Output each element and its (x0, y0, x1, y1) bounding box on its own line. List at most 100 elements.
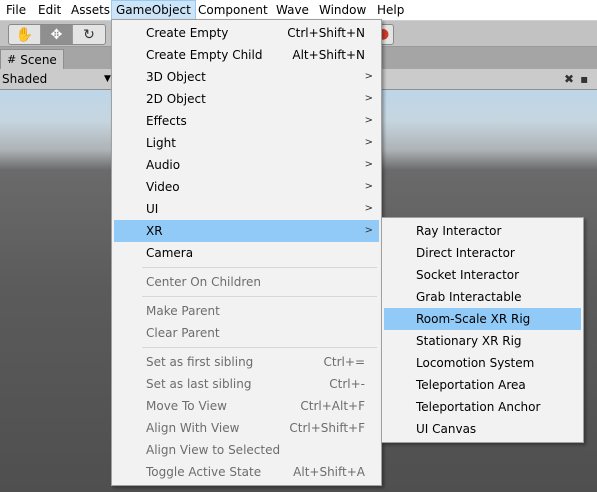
xr-item-ui-canvas[interactable]: UI Canvas (384, 418, 581, 440)
menu-gameobject[interactable]: GameObject (111, 0, 196, 20)
menu-file[interactable]: File (2, 0, 30, 20)
submenu-item-label: UI Canvas (416, 422, 477, 436)
submenu-item-label: Teleportation Area (416, 378, 526, 392)
submenu-item-label: Teleportation Anchor (416, 400, 541, 414)
menu-item-camera[interactable]: Camera (114, 242, 379, 264)
menu-item-label: Toggle Active State (146, 465, 262, 479)
menu-item-label: Audio (146, 158, 181, 172)
xr-item-room-scale-xr-rig[interactable]: Room-Scale XR Rig (384, 308, 581, 330)
menu-item-align-with-view[interactable]: Align With View Ctrl+Shift+F (114, 417, 379, 439)
xr-submenu: Ray Interactor Direct Interactor Socket … (381, 217, 584, 443)
tab-scene[interactable]: # Scene (0, 49, 64, 69)
submenu-item-label: Ray Interactor (416, 224, 502, 238)
menu-component[interactable]: Component (194, 0, 272, 20)
menu-item-toggle-active-state[interactable]: Toggle Active State Alt+Shift+A (114, 461, 379, 483)
menu-item-align-view-to-selected[interactable]: Align View to Selected (114, 439, 379, 461)
xr-item-ray-interactor[interactable]: Ray Interactor (384, 220, 581, 242)
menu-item-label: Make Parent (146, 304, 220, 318)
menu-item-shortcut: Ctrl+- (329, 377, 365, 391)
menu-item-2d-object[interactable]: 2D Object > (114, 88, 379, 110)
menu-item-label: Align With View (146, 421, 240, 435)
menu-item-shortcut: Alt+Shift+A (293, 465, 365, 479)
scene-grid-icon: # (7, 53, 17, 66)
menu-item-label: Center On Children (146, 275, 261, 289)
xr-item-stationary-xr-rig[interactable]: Stationary XR Rig (384, 330, 581, 352)
menu-separator (142, 347, 377, 348)
menu-item-label: Set as first sibling (146, 355, 254, 369)
crossed-tools-icon[interactable]: ✖ (564, 72, 574, 86)
menu-item-label: Create Empty Child (146, 48, 263, 62)
menu-item-video[interactable]: Video > (114, 176, 379, 198)
menu-item-effects[interactable]: Effects > (114, 110, 379, 132)
submenu-item-label: Stationary XR Rig (416, 334, 522, 348)
xr-item-locomotion-system[interactable]: Locomotion System (384, 352, 581, 374)
chevron-right-icon: > (364, 203, 373, 214)
xr-item-teleportation-area[interactable]: Teleportation Area (384, 374, 581, 396)
menu-item-label: UI (146, 202, 159, 216)
xr-item-direct-interactor[interactable]: Direct Interactor (384, 242, 581, 264)
menu-separator (142, 267, 377, 268)
menu-item-move-to-view[interactable]: Move To View Ctrl+Alt+F (114, 395, 379, 417)
menu-separator (142, 296, 377, 297)
menu-item-create-empty-child[interactable]: Create Empty Child Alt+Shift+N (114, 44, 379, 66)
menu-item-label: Video (146, 180, 180, 194)
xr-item-teleportation-anchor[interactable]: Teleportation Anchor (384, 396, 581, 418)
menu-item-label: Light (146, 136, 176, 150)
menu-item-light[interactable]: Light > (114, 132, 379, 154)
menu-item-label: Effects (146, 114, 187, 128)
submenu-item-label: Grab Interactable (416, 290, 522, 304)
chevron-right-icon: > (364, 159, 373, 170)
menu-item-audio[interactable]: Audio > (114, 154, 379, 176)
menu-item-shortcut: Ctrl+= (323, 355, 365, 369)
menu-item-shortcut: Ctrl+Shift+N (287, 26, 365, 40)
chevron-right-icon: > (364, 71, 373, 82)
scene-tool-icons: ✖ ▪ (560, 69, 597, 89)
menu-item-label: 3D Object (146, 70, 206, 84)
menu-item-label: Clear Parent (146, 326, 220, 340)
xr-item-socket-interactor[interactable]: Socket Interactor (384, 264, 581, 286)
menu-item-label: 2D Object (146, 92, 206, 106)
menu-help[interactable]: Help (373, 0, 408, 20)
menu-item-make-parent[interactable]: Make Parent (114, 300, 379, 322)
submenu-item-label: Socket Interactor (416, 268, 520, 282)
submenu-item-label: Direct Interactor (416, 246, 515, 260)
menu-item-create-empty[interactable]: Create Empty Ctrl+Shift+N (114, 22, 379, 44)
move-icon[interactable]: ✥ (41, 25, 73, 44)
shading-mode-dropdown[interactable]: Shaded (2, 69, 47, 89)
chevron-right-icon: > (364, 137, 373, 148)
menu-edit[interactable]: Edit (34, 0, 65, 20)
gameobject-menu: Create Empty Ctrl+Shift+N Create Empty C… (111, 19, 382, 486)
menu-item-label: Set as last sibling (146, 377, 252, 391)
submenu-item-label: Room-Scale XR Rig (416, 312, 531, 326)
menu-item-ui[interactable]: UI > (114, 198, 379, 220)
rotate-icon[interactable]: ↻ (73, 25, 105, 44)
menu-item-shortcut: Ctrl+Shift+F (289, 421, 365, 435)
menu-item-set-first-sibling[interactable]: Set as first sibling Ctrl+= (114, 351, 379, 373)
chevron-right-icon: > (364, 93, 373, 104)
menu-item-shortcut: Alt+Shift+N (292, 48, 365, 62)
menu-item-set-last-sibling[interactable]: Set as last sibling Ctrl+- (114, 373, 379, 395)
menu-assets[interactable]: Assets (67, 0, 114, 20)
chevron-right-icon: > (364, 181, 373, 192)
menu-wave[interactable]: Wave (272, 0, 313, 20)
scene-menu-icon[interactable]: ▪ (580, 72, 588, 86)
menu-window[interactable]: Window (315, 0, 370, 20)
chevron-right-icon: > (364, 115, 373, 126)
menu-item-label: Camera (146, 246, 194, 260)
transform-tools: ✋ ✥ ↻ (8, 24, 106, 45)
menu-item-label: XR (146, 224, 163, 238)
menubar: File Edit Assets GameObject Component Wa… (0, 0, 597, 21)
menu-item-label: Align View to Selected (146, 443, 281, 457)
menu-item-3d-object[interactable]: 3D Object > (114, 66, 379, 88)
menu-item-clear-parent[interactable]: Clear Parent (114, 322, 379, 344)
hand-icon[interactable]: ✋ (9, 25, 41, 44)
chevron-down-icon: ▼ (104, 74, 111, 84)
menu-item-center-on-children[interactable]: Center On Children (114, 271, 379, 293)
chevron-right-icon: > (364, 225, 373, 236)
menu-item-label: Create Empty (146, 26, 229, 40)
menu-item-shortcut: Ctrl+Alt+F (300, 399, 365, 413)
xr-item-grab-interactable[interactable]: Grab Interactable (384, 286, 581, 308)
menu-item-label: Move To View (146, 399, 227, 413)
menu-item-xr[interactable]: XR > (114, 220, 379, 242)
submenu-item-label: Locomotion System (416, 356, 535, 370)
